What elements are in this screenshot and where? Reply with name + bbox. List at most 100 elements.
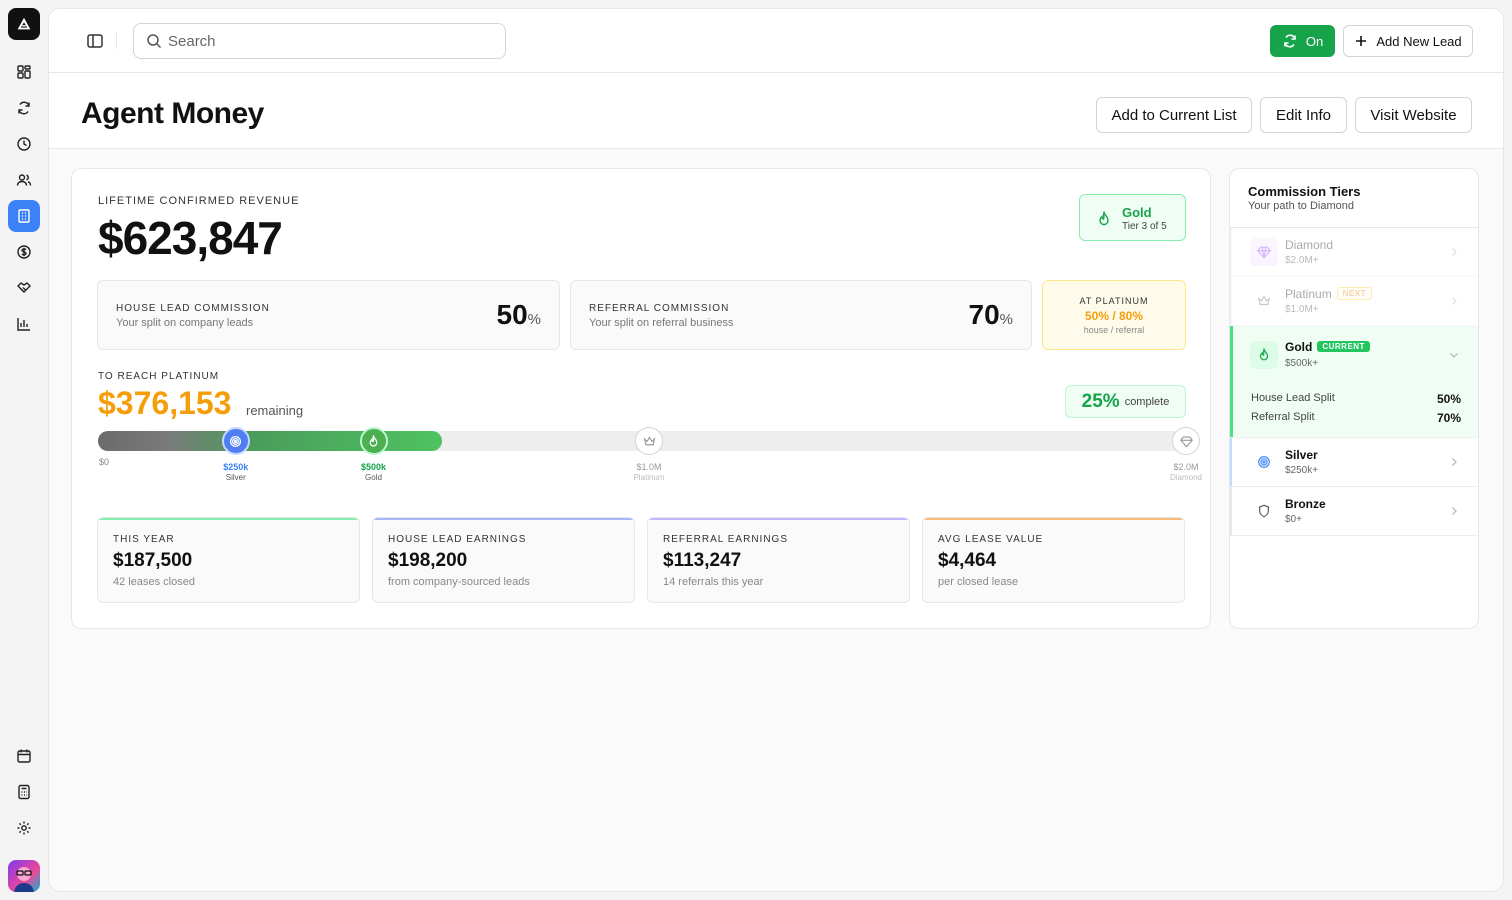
milestone-value: $1.0M: [636, 462, 662, 472]
visit-website-button[interactable]: Visit Website: [1355, 97, 1472, 133]
split-value: 50%: [1436, 392, 1461, 406]
at-platinum-box: AT PLATINUM 50% / 80% house / referral: [1042, 280, 1186, 350]
dashboard-icon[interactable]: [8, 56, 40, 88]
tier-row-diamond[interactable]: Diamond $2.0M+: [1230, 228, 1478, 277]
tier-badge-name: Gold: [1122, 205, 1152, 220]
target-icon: [1250, 448, 1278, 476]
tiers-header: Commission Tiers Your path to Diamond: [1230, 169, 1478, 228]
building-icon[interactable]: [8, 200, 40, 232]
search-input[interactable]: [168, 32, 468, 50]
handshake-icon[interactable]: [8, 272, 40, 304]
sidebar-toggle-icon[interactable]: [85, 31, 105, 51]
tier-name: Bronze: [1285, 497, 1326, 511]
progress-complete-badge: 25% complete: [1065, 385, 1186, 418]
tier-name: Diamond: [1285, 238, 1334, 252]
tier-row-bar: [1230, 438, 1232, 486]
tier-name-wrap: Platinum NEXT: [1285, 287, 1373, 301]
commission-unit: %: [999, 311, 1013, 328]
tier-name: Platinum: [1285, 287, 1332, 301]
clock-icon[interactable]: [8, 128, 40, 160]
tier-name-wrap: Gold CURRENT: [1285, 340, 1370, 354]
commission-title: REFERRAL COMMISSION: [589, 303, 730, 314]
stat-title: THIS YEAR: [113, 534, 175, 545]
commission-tiers-panel: Commission Tiers Your path to Diamond Di…: [1229, 168, 1479, 629]
crown-icon: [1250, 287, 1278, 315]
split-label: House Lead Split: [1251, 392, 1335, 404]
stat-value: $187,500: [113, 550, 193, 571]
tier-min: $0+: [1285, 514, 1302, 525]
edit-info-button[interactable]: Edit Info: [1260, 97, 1347, 133]
main-panel: On Add New Lead Agent Money Add to Curre…: [48, 8, 1504, 892]
milestone-label: $2.0M Diamond: [1156, 462, 1216, 482]
commission-sub: Your split on company leads: [116, 317, 254, 329]
milestone-marker-silver: [221, 427, 250, 455]
users-icon[interactable]: [8, 164, 40, 196]
bar-chart-icon[interactable]: [8, 308, 40, 340]
tier-row-bar: [1230, 326, 1233, 437]
flame-icon: [369, 434, 378, 447]
stat-sub: 14 referrals this year: [663, 576, 764, 588]
commission-value: 50%: [497, 299, 542, 331]
tier-row-bar: [1230, 228, 1232, 276]
diamond-icon: [1179, 435, 1193, 448]
commission-number: 50: [496, 299, 528, 330]
house-lead-split-row: House Lead Split 50%: [1251, 392, 1461, 406]
chevron-right-icon: [1452, 297, 1457, 305]
split-value: 70%: [1436, 411, 1461, 425]
tier-row-gold[interactable]: Gold CURRENT $500k+ House Lead Split 50% …: [1230, 326, 1478, 438]
tier-row-bronze[interactable]: Bronze $0+: [1230, 487, 1478, 536]
add-new-lead-button[interactable]: Add New Lead: [1343, 25, 1473, 57]
avatar[interactable]: [8, 860, 40, 892]
milestone-label: $500k Gold: [344, 462, 404, 482]
stat-title: REFERRAL EARNINGS: [663, 534, 788, 545]
settings-icon[interactable]: [8, 812, 40, 844]
stat-card-referral-earnings: REFERRAL EARNINGS $113,247 14 referrals …: [647, 517, 910, 603]
tier-min: $1.0M+: [1285, 304, 1319, 315]
milestone-start-label: $0: [98, 457, 109, 467]
milestone-name: Diamond: [1169, 473, 1202, 482]
milestone-name: Silver: [225, 473, 246, 482]
split-label: Referral Split: [1251, 411, 1315, 423]
milestone-name: Gold: [365, 473, 382, 482]
tier-row-platinum[interactable]: Platinum NEXT $1.0M+: [1230, 277, 1478, 326]
tier-name: Gold: [1285, 340, 1313, 354]
at-platinum-value: 50% / 80%: [1084, 309, 1144, 323]
commission-unit: %: [527, 311, 541, 328]
auto-sync-toggle-button[interactable]: On: [1270, 25, 1335, 57]
search-icon: [147, 34, 162, 49]
milestone-marker-gold: [359, 427, 388, 455]
stat-card-this-year: THIS YEAR $187,500 42 leases closed: [97, 517, 360, 603]
stat-sub: from company-sourced leads: [388, 576, 530, 588]
tier-row-bar: [1230, 487, 1232, 535]
stat-accent-line: [98, 518, 359, 520]
add-to-current-list-button[interactable]: Add to Current List: [1096, 97, 1252, 133]
calendar-icon[interactable]: [8, 740, 40, 772]
reach-platinum-label: TO REACH PLATINUM: [98, 371, 220, 382]
sync-icon[interactable]: [8, 92, 40, 124]
search-box[interactable]: [133, 23, 506, 59]
milestone-value: $2.0M: [1173, 462, 1199, 472]
tier-row-silver[interactable]: Silver $250k+: [1230, 438, 1478, 487]
referral-split-row: Referral Split 70%: [1251, 411, 1461, 425]
commission-title: HOUSE LEAD COMMISSION: [116, 303, 270, 314]
commission-value: 70%: [969, 299, 1014, 331]
chevron-down-icon: [1450, 353, 1458, 358]
calculator-icon[interactable]: [8, 776, 40, 808]
tier-min: $500k+: [1285, 358, 1319, 369]
house-lead-commission-box: HOUSE LEAD COMMISSION Your split on comp…: [97, 280, 560, 350]
next-badge: NEXT: [1336, 287, 1373, 300]
toggle-label: On: [1305, 33, 1324, 49]
app-logo-icon[interactable]: [8, 8, 40, 40]
flame-icon: [1250, 341, 1278, 369]
referral-commission-box: REFERRAL COMMISSION Your split on referr…: [570, 280, 1032, 350]
stat-accent-line: [373, 518, 634, 520]
dollar-icon[interactable]: [8, 236, 40, 268]
milestone-marker-diamond: [1172, 427, 1200, 455]
commission-number: 70: [968, 299, 1000, 330]
stat-value: $113,247: [663, 550, 742, 571]
crown-icon: [643, 435, 655, 445]
stat-sub: per closed lease: [938, 576, 1019, 588]
at-platinum-title: AT PLATINUM: [1079, 296, 1149, 306]
stat-accent-line: [648, 518, 909, 520]
chevron-right-icon: [1452, 507, 1457, 515]
